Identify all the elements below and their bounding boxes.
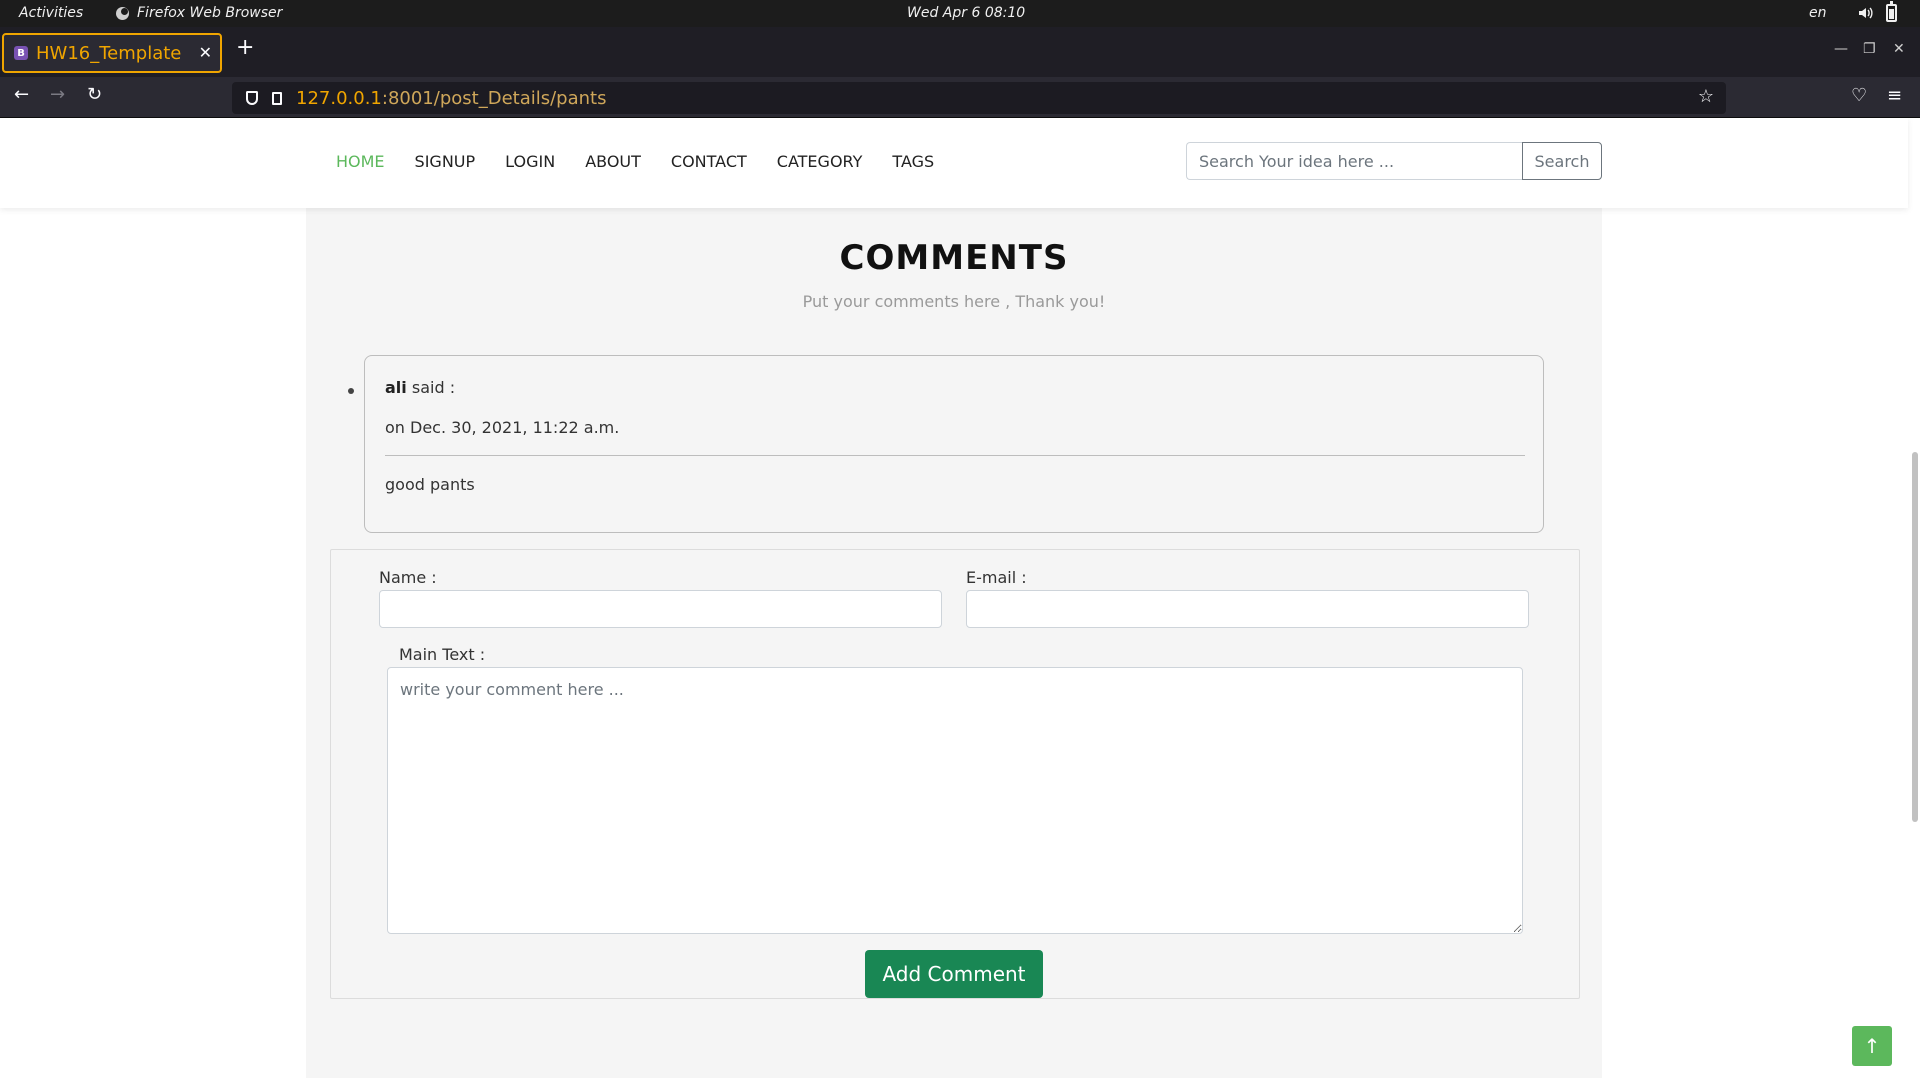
main-text-label: Main Text :	[399, 645, 486, 664]
menu-tags[interactable]: TAGS	[892, 152, 934, 171]
scrollbar-thumb[interactable]	[1912, 452, 1918, 822]
system-top-bar: Activities Firefox Web Browser Wed Apr 6…	[0, 0, 1920, 27]
close-window-icon[interactable]: ✕	[1893, 41, 1905, 57]
page-icon[interactable]	[272, 91, 282, 105]
navigation-toolbar: ← → ↻ 127.0.0.1:8001/post_Details/pants …	[0, 77, 1920, 118]
close-tab-icon[interactable]: ✕	[199, 43, 212, 62]
tab-strip: B HW16_Template ✕ + — ❐ ✕	[0, 27, 1920, 77]
url-host: 127.0.0.1	[296, 87, 382, 109]
comment-text: good pants	[385, 475, 475, 494]
comment-divider	[385, 455, 1525, 456]
menu-icon[interactable]: ≡	[1887, 85, 1902, 106]
battery-icon[interactable]	[1886, 1, 1897, 22]
menu-category[interactable]: CATEGORY	[777, 152, 863, 171]
list-bullet	[348, 388, 354, 394]
comments-section: COMMENTS Put your comments here , Thank …	[306, 208, 1602, 1078]
restore-icon[interactable]: ❐	[1863, 41, 1876, 57]
pocket-icon[interactable]: ♡	[1851, 85, 1867, 106]
back-icon[interactable]: ←	[14, 86, 29, 104]
tab-title: HW16_Template	[36, 42, 182, 64]
menu-login[interactable]: LOGIN	[505, 152, 555, 171]
comment-card: ali said : on Dec. 30, 2021, 11:22 a.m. …	[364, 355, 1544, 533]
reload-icon[interactable]: ↻	[87, 86, 102, 104]
name-field[interactable]	[379, 590, 942, 628]
email-label: E-mail :	[966, 568, 1027, 587]
activities-button[interactable]: Activities	[19, 5, 83, 21]
main-menu: HOME SIGNUP LOGIN ABOUT CONTACT CATEGORY…	[336, 152, 964, 171]
menu-contact[interactable]: CONTACT	[671, 152, 747, 171]
main-text-field[interactable]	[387, 667, 1523, 934]
app-name: Firefox Web Browser	[137, 5, 283, 21]
search-input[interactable]	[1186, 142, 1522, 180]
forward-icon[interactable]: →	[50, 86, 65, 104]
page-scrollbar[interactable]	[1908, 118, 1920, 1080]
comment-said: said :	[411, 378, 456, 397]
shield-icon[interactable]	[246, 91, 258, 105]
new-tab-button[interactable]: +	[236, 37, 254, 59]
minimize-icon[interactable]: —	[1834, 41, 1848, 57]
back-to-top-button[interactable]: ↑	[1852, 1026, 1892, 1066]
comment-author: ali	[385, 378, 407, 397]
language-indicator[interactable]: en	[1809, 5, 1827, 21]
page-viewport: HOME SIGNUP LOGIN ABOUT CONTACT CATEGORY…	[0, 118, 1920, 1080]
email-field[interactable]	[966, 590, 1529, 628]
bootstrap-favicon-icon: B	[14, 46, 28, 60]
clock[interactable]: Wed Apr 6 08:10	[907, 5, 1025, 21]
name-label: Name :	[379, 568, 437, 587]
menu-about[interactable]: ABOUT	[585, 152, 641, 171]
comments-subtitle: Put your comments here , Thank you!	[802, 292, 1106, 311]
volume-icon[interactable]	[1857, 5, 1873, 21]
comments-title: COMMENTS	[839, 238, 1069, 278]
arrow-up-icon: ↑	[1863, 1034, 1881, 1058]
tab-hw16-template[interactable]: B HW16_Template ✕	[2, 33, 222, 73]
url-bar[interactable]: 127.0.0.1:8001/post_Details/pants ☆	[232, 82, 1726, 114]
url-path: :8001/post_Details/pants	[381, 87, 607, 109]
comment-date: on Dec. 30, 2021, 11:22 a.m.	[385, 418, 620, 437]
comment-form: Name : E-mail : Main Text : Add Comment	[330, 549, 1580, 999]
comment-author-line: ali said :	[385, 378, 455, 397]
bookmark-star-icon[interactable]: ☆	[1698, 86, 1714, 107]
search-form: Search	[1186, 142, 1602, 180]
menu-signup[interactable]: SIGNUP	[415, 152, 476, 171]
add-comment-button[interactable]: Add Comment	[865, 950, 1043, 998]
menu-home[interactable]: HOME	[336, 152, 385, 171]
site-header: HOME SIGNUP LOGIN ABOUT CONTACT CATEGORY…	[0, 118, 1908, 208]
firefox-icon	[116, 6, 129, 20]
app-menu[interactable]: Firefox Web Browser	[116, 5, 282, 21]
search-button[interactable]: Search	[1522, 142, 1602, 180]
